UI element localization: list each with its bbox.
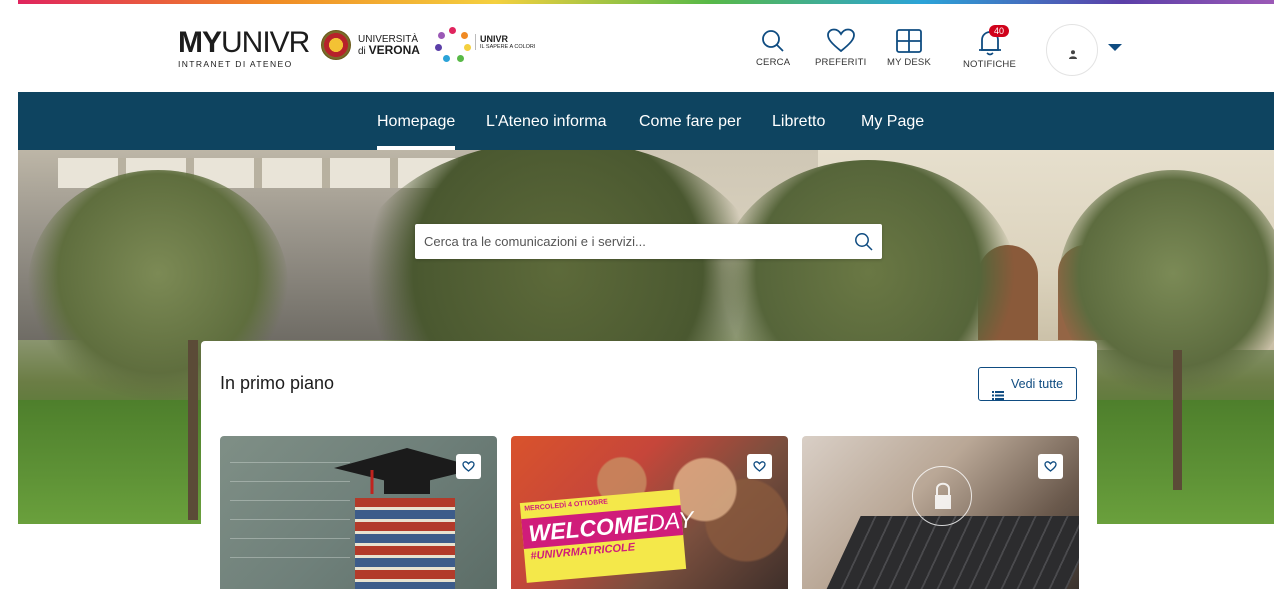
logo-univr-text: UNIVR <box>221 26 310 59</box>
university-name: UNIVERSITÀ di VERONA <box>358 34 420 57</box>
search-input[interactable] <box>415 224 855 259</box>
poster-day-prefix: MERCOLEDÌ <box>524 502 567 513</box>
tree-trunk <box>1173 350 1182 490</box>
search-icon <box>762 30 784 52</box>
user-icon <box>1069 46 1077 59</box>
nav-item-my-page[interactable]: My Page <box>861 92 924 150</box>
grid-icon <box>896 29 922 53</box>
notifications-button[interactable]: 40 NOTIFICHE <box>963 25 1016 70</box>
list-icon <box>992 380 1004 400</box>
favorite-toggle[interactable] <box>747 454 772 479</box>
search-submit-icon[interactable] <box>854 232 874 257</box>
myunivr-logo[interactable]: MYUNIVR INTRANET DI ATENEO <box>178 28 310 70</box>
university-name-prefix: di <box>358 46 366 57</box>
main-navigation: Homepage L'Ateneo informa Come fare per … <box>18 92 1274 150</box>
top-header: MYUNIVR INTRANET DI ATENEO UNIVERSITÀ di… <box>0 4 1274 92</box>
heart-icon <box>462 461 475 472</box>
nav-item-come-fare-per[interactable]: Come fare per <box>639 92 741 150</box>
hero-search-box <box>415 224 882 259</box>
search-button[interactable]: CERCA <box>756 28 790 68</box>
univr-title: VR <box>495 34 509 44</box>
heart-icon <box>826 28 855 53</box>
favorite-toggle[interactable] <box>456 454 481 479</box>
nav-item-libretto[interactable]: Libretto <box>772 92 825 150</box>
univr-tagline: IL SAPERE A COLORI <box>480 44 536 50</box>
poster-day: DAY <box>647 506 695 536</box>
heart-icon <box>753 461 766 472</box>
welcome-day-poster: MERCOLEDÌ 4 OTTOBRE WELCOMEDAY #UNIVRMAT… <box>519 489 695 583</box>
logo-subtitle: INTRANET DI ATENEO <box>178 59 293 69</box>
see-all-button[interactable]: Vedi tutte <box>978 367 1077 401</box>
featured-section: In primo piano Vedi tutte MERCOLEDÌ 4 OT… <box>201 341 1097 589</box>
my-desk-label: MY DESK <box>887 57 931 68</box>
user-menu-chevron-down-icon[interactable] <box>1108 44 1122 51</box>
favorites-button[interactable]: PREFERITI <box>815 28 866 68</box>
news-card[interactable] <box>220 436 497 589</box>
my-desk-button[interactable]: MY DESK <box>887 28 931 68</box>
notifications-label: NOTIFICHE <box>963 59 1016 70</box>
user-avatar-button[interactable] <box>1046 24 1098 76</box>
tree-trunk <box>188 340 198 520</box>
univr-title-prefix: UNI <box>480 34 496 44</box>
university-seal-icon <box>321 30 351 60</box>
nav-item-ateneo-informa[interactable]: L'Ateneo informa <box>486 92 606 150</box>
see-all-label: Vedi tutte <box>1011 377 1064 391</box>
poster-date: 4 OTTOBRE <box>567 498 609 509</box>
university-name-line2: VERONA <box>368 43 420 57</box>
search-label: CERCA <box>756 57 791 68</box>
logo-my-text: MY <box>178 26 222 59</box>
univr-brand: UNIVR IL SAPERE A COLORI <box>475 34 535 50</box>
book-stack <box>355 498 455 589</box>
heart-icon <box>1044 461 1057 472</box>
news-card[interactable]: MERCOLEDÌ 4 OTTOBRE WELCOMEDAY #UNIVRMAT… <box>511 436 788 589</box>
news-card[interactable] <box>802 436 1079 589</box>
notifications-count-badge: 40 <box>989 25 1010 37</box>
featured-title: In primo piano <box>220 373 335 393</box>
security-lock-icon <box>912 466 972 526</box>
favorites-label: PREFERITI <box>815 57 867 68</box>
nav-item-homepage[interactable]: Homepage <box>377 92 456 150</box>
favorite-toggle[interactable] <box>1038 454 1063 479</box>
colored-dots-logo-icon <box>435 27 471 63</box>
